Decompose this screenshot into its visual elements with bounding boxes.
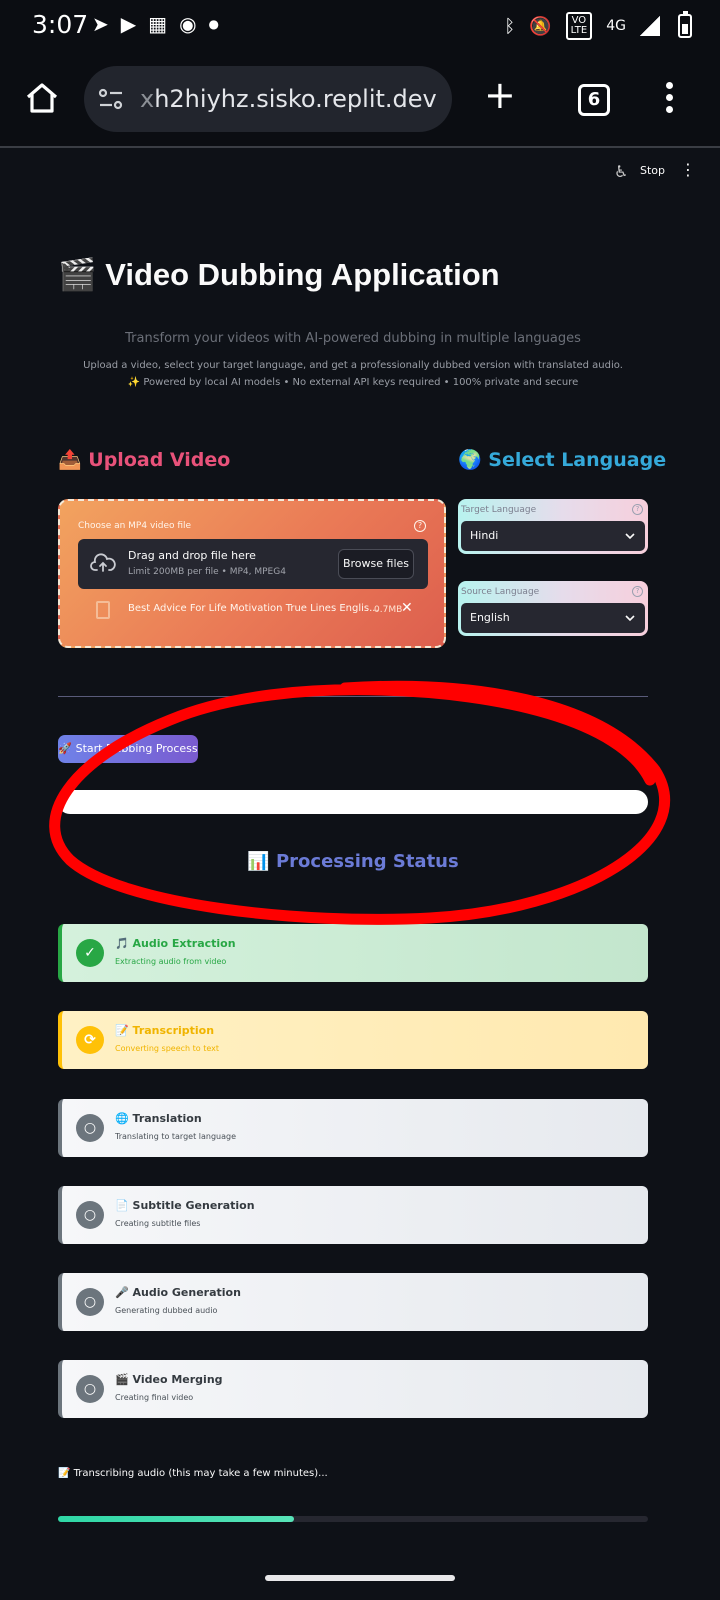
telegram-icon: ➤ [92, 12, 109, 36]
source-language-select[interactable]: English [461, 603, 645, 633]
browse-files-button[interactable]: Browse files [338, 549, 414, 579]
processing-status-heading: 📊 Processing Status [247, 851, 459, 872]
battery-icon [678, 11, 692, 38]
file-icon [96, 601, 110, 619]
start-dubbing-button[interactable]: 🚀 Start Dubbing Process [58, 735, 198, 763]
volte-icon: VO LTE [565, 12, 593, 40]
gallery-icon: ▦ [148, 12, 168, 36]
pending-icon: ○ [76, 1375, 104, 1403]
target-language-label: Target Language [461, 505, 537, 515]
step-subtitle: Converting speech to text [115, 1044, 220, 1053]
status-message: 📝 Transcribing audio (this may take a fe… [58, 1468, 328, 1479]
blank-bar [58, 790, 648, 814]
step-title: 🎬 Video Merging [115, 1373, 223, 1386]
step-subtitle: Translating to target language [115, 1132, 237, 1141]
source-language-value: English [470, 611, 510, 624]
page-title: 🎬 Video Dubbing Application [58, 257, 500, 292]
new-tab-button[interactable]: + [484, 76, 516, 114]
step-audio-extraction: ✓ 🎵 Audio Extraction Extracting audio fr… [58, 924, 648, 982]
browser-menu-icon[interactable] [666, 82, 674, 114]
tab-switcher-button[interactable]: 6 [578, 84, 610, 116]
step-translation: ○ 🌐 Translation Translating to target la… [58, 1099, 648, 1157]
pending-icon: ○ [76, 1288, 104, 1316]
dropzone-limit: Limit 200MB per file • MP4, MPEG4 [128, 567, 286, 577]
remove-file-icon[interactable]: ✕ [401, 600, 413, 616]
notification-icons: ➤ ▶ ▦ ◉ ● [92, 12, 219, 36]
system-icons: ᛒ 🔕 VO LTE 4G [504, 12, 660, 40]
step-subtitle: Extracting audio from video [115, 957, 227, 966]
step-title: 🌐 Translation [115, 1112, 202, 1125]
upload-card: Choose an MP4 video file ? Drag and drop… [58, 499, 446, 648]
clock: 3:07 [32, 10, 89, 39]
chevron-down-icon [625, 615, 635, 622]
help-icon[interactable]: ? [632, 504, 643, 515]
cloud-upload-icon [90, 553, 116, 572]
target-language-value: Hindi [470, 529, 499, 542]
upload-label: Choose an MP4 video file [78, 521, 192, 531]
dropzone-title: Drag and drop file here [128, 549, 256, 562]
step-audio-generation: ○ 🎤 Audio Generation Generating dubbed a… [58, 1273, 648, 1331]
step-subtitle-generation: ○ 📄 Subtitle Generation Creating subtitl… [58, 1186, 648, 1244]
site-settings-icon[interactable] [98, 87, 124, 111]
running-icon: ♿ [614, 162, 629, 181]
help-icon[interactable]: ? [632, 586, 643, 597]
url-text[interactable]: xh2hiyhz.sisko.replit.dev [140, 85, 437, 113]
step-subtitle: Generating dubbed audio [115, 1306, 218, 1315]
incognito-icon: ◉ [179, 12, 197, 36]
description-line-2: ✨ Powered by local AI models • No extern… [127, 377, 579, 388]
gesture-bar [265, 1575, 455, 1581]
app-menu-icon[interactable]: ⋮ [680, 160, 696, 179]
chevron-down-icon [625, 533, 635, 540]
divider [58, 696, 648, 697]
home-icon[interactable] [24, 80, 60, 116]
step-video-merging: ○ 🎬 Video Merging Creating final video [58, 1360, 648, 1418]
bluetooth-icon: ᛒ [504, 15, 516, 37]
source-language-card: Source Language ? English [458, 581, 648, 636]
source-language-label: Source Language [461, 587, 540, 597]
uploaded-file-name: Best Advice For Life Motivation True Lin… [128, 603, 379, 614]
stop-button[interactable]: Stop [640, 164, 665, 177]
step-subtitle: Creating final video [115, 1393, 194, 1402]
progress-fill [58, 1516, 294, 1522]
step-title: 🎤 Audio Generation [115, 1286, 241, 1299]
step-subtitle: Creating subtitle files [115, 1219, 201, 1228]
pending-icon: ○ [76, 1201, 104, 1229]
pending-icon: ○ [76, 1114, 104, 1142]
browser-toolbar: xh2hiyhz.sisko.replit.dev + 6 [0, 52, 720, 148]
status-bar: 3:07 ➤ ▶ ▦ ◉ ● ᛒ 🔕 VO LTE 4G [0, 0, 720, 52]
mute-icon: 🔕 [529, 15, 552, 37]
help-icon[interactable]: ? [414, 520, 426, 532]
step-title: 📝 Transcription [115, 1024, 215, 1037]
signal-icon [640, 16, 660, 36]
step-transcription: ⟳ 📝 Transcription Converting speech to t… [58, 1011, 648, 1069]
youtube-icon: ▶ [120, 12, 137, 36]
uploaded-file-size: 0.7MB [374, 605, 403, 615]
description-line-1: Upload a video, select your target langu… [83, 360, 623, 371]
progress-bar [58, 1516, 648, 1522]
target-language-card: Target Language ? Hindi [458, 499, 648, 554]
check-icon: ✓ [76, 939, 104, 967]
language-heading: 🌍 Select Language [458, 449, 667, 471]
step-title: 🎵 Audio Extraction [115, 937, 236, 950]
address-bar[interactable]: xh2hiyhz.sisko.replit.dev [84, 66, 452, 132]
dot-icon: ● [208, 17, 219, 31]
file-dropzone[interactable]: Drag and drop file here Limit 200MB per … [78, 539, 428, 589]
upload-heading: 📤 Upload Video [58, 449, 231, 471]
target-language-select[interactable]: Hindi [461, 521, 645, 551]
tagline: Transform your videos with AI-powered du… [125, 331, 581, 346]
step-title: 📄 Subtitle Generation [115, 1199, 255, 1212]
network-type: 4G [606, 18, 626, 34]
spinner-icon: ⟳ [76, 1026, 104, 1054]
